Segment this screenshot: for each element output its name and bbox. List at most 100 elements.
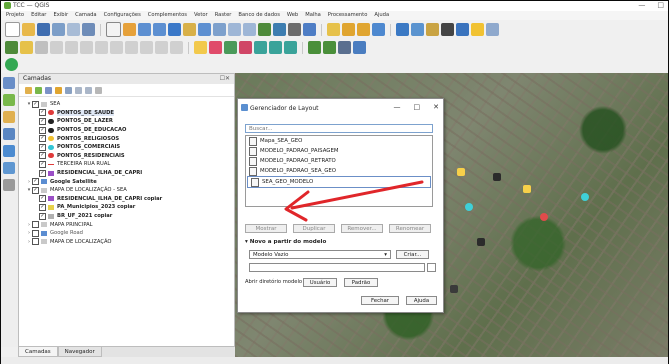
layer-row[interactable]: ✓ PONTOS_DE_LAZER [19,117,234,126]
toggle-editing-icon[interactable] [20,41,33,54]
menu-raster[interactable]: Raster [215,11,232,20]
menu-complementos[interactable]: Complementos [148,11,187,20]
open-attribute-table-icon[interactable] [396,23,409,36]
filter-by-expression-icon[interactable] [65,86,72,94]
zoom-to-selection-icon[interactable] [183,23,196,36]
identify-features-icon[interactable] [327,23,340,36]
layer-row[interactable]: ▾ ✓ SEA [19,100,234,109]
menu-projeto[interactable]: Projeto [6,11,24,20]
layer-row[interactable]: ✓ BR_UF_2021 copiar [19,212,234,221]
add-wms-icon[interactable] [3,162,15,174]
new-print-layout-icon[interactable] [52,23,65,36]
remove-button[interactable]: Remover... [341,224,383,233]
add-group-icon[interactable] [35,86,42,94]
layer-visibility-checkbox[interactable]: ✓ [39,203,46,211]
label-change-icon[interactable] [284,41,297,54]
cut-features-icon[interactable] [110,41,123,54]
new-map-view-icon[interactable] [258,23,271,36]
menu-banco-de-dados[interactable]: Banco de dados [238,11,279,20]
plugin-panel-icon[interactable] [353,41,366,54]
layer-row[interactable]: › MAPA PRINCIPAL [19,220,234,229]
layer-visibility-checkbox[interactable]: ✓ [39,126,46,134]
layer-row[interactable]: ✓ PONTOS_DE_EDUCACAO [19,126,234,135]
layer-row[interactable]: › Google Road [19,229,234,238]
layer-visibility-checkbox[interactable]: ✓ [39,135,46,143]
duplicate-button[interactable]: Duplicar [293,224,335,233]
layer-visibility-checkbox[interactable]: ✓ [39,117,46,125]
tab-navegador[interactable]: Navegador [57,347,102,357]
layer-visibility-checkbox[interactable]: ✓ [32,178,39,186]
layer-row[interactable]: › MAPA DE LOCALIZAÇÃO [19,238,234,247]
menu-web[interactable]: Web [287,11,298,20]
default-directory-button[interactable]: Padrão [344,278,378,287]
copy-features-icon[interactable] [125,41,138,54]
tab-camadas[interactable]: Camadas [18,347,58,357]
menu-ajuda[interactable]: Ajuda [374,11,389,20]
save-edits-icon[interactable] [35,41,48,54]
statistical-summary-icon[interactable] [441,23,454,36]
layer-visibility-checkbox[interactable]: ✓ [39,109,46,117]
zoom-to-layer-icon[interactable] [198,23,211,36]
filter-legend-icon[interactable] [55,86,62,94]
zoom-in-icon[interactable] [138,23,151,36]
zoom-last-icon[interactable] [228,23,241,36]
rename-button[interactable]: Renomear [389,224,431,233]
template-path-field[interactable] [249,263,425,272]
layer-visibility-checkbox[interactable]: ✓ [32,100,39,108]
style-manager-icon[interactable] [82,23,95,36]
pan-to-selection-icon[interactable] [123,23,136,36]
remove-layer-icon[interactable] [95,86,102,94]
label-tool-icon[interactable] [194,41,207,54]
minimize-button[interactable]: — [638,1,645,9]
plugin-tool-icon[interactable] [338,41,351,54]
layer-visibility-checkbox[interactable]: ✓ [39,160,46,168]
add-point-icon[interactable] [50,41,63,54]
open-layer-styling-icon[interactable] [25,86,32,94]
dialog-minimize-button[interactable]: — [394,103,401,111]
zoom-next-icon[interactable] [243,23,256,36]
dialog-maximize-button[interactable]: □ [414,103,421,111]
layer-row[interactable]: ✓ RESIDENCIAL_ILHA_DE_CAPRI copiar [19,195,234,204]
dialog-close-button[interactable]: ✕ [433,103,439,111]
layer-row[interactable]: ✓ RESIDENCIAL_ILHA_DE_CAPRI [19,169,234,178]
layer-visibility-checkbox[interactable]: ✓ [39,212,46,220]
zoom-out-icon[interactable] [153,23,166,36]
layer-visibility-checkbox[interactable]: ✓ [39,143,46,151]
layer-visibility-checkbox[interactable] [32,221,39,229]
menu-camada[interactable]: Camada [75,11,97,20]
layout-list-item[interactable]: Mapa_SEA_GEO [246,136,432,146]
help-button[interactable]: Ajuda [406,296,437,305]
layer-row[interactable]: ✓ PONTOS_RESIDENCIAIS [19,152,234,161]
layout-list-item[interactable]: MODELO_PADRAO_SEA_GEO [246,166,432,176]
layout-list-item[interactable]: MODELO_PADRAO_PAISAGEM [246,146,432,156]
label-move-icon[interactable] [254,41,267,54]
label-rotate-icon[interactable] [269,41,282,54]
menu-malha[interactable]: Malha [305,11,321,20]
temporal-controller-icon[interactable] [288,23,301,36]
template-select[interactable]: Modelo Vazio ▾ [249,250,391,259]
user-directory-button[interactable]: Usuário [303,278,337,287]
create-button[interactable]: Criar... [396,250,429,259]
layer-row[interactable]: ✓ PONTOS_COMERCIAIS [19,143,234,152]
select-by-value-icon[interactable] [357,23,370,36]
layout-list-item[interactable]: MODELO_PADRAO_RETRATO [246,156,432,166]
new-project-icon[interactable] [5,22,20,37]
close-button[interactable]: Fechar [361,296,399,305]
redo-icon[interactable] [170,41,183,54]
layer-visibility-checkbox[interactable] [32,229,39,237]
pan-map-icon[interactable] [106,22,121,37]
layer-visibility-checkbox[interactable]: ✓ [39,152,46,160]
add-spatialite-icon[interactable] [3,128,15,140]
layer-row[interactable]: ✓ PONTOS_DE_SAUDE [19,109,234,118]
zoom-native-icon[interactable] [213,23,226,36]
panel-float-close-controls[interactable]: ☐✕ [220,74,230,84]
menu-configuracoes[interactable]: Configurações [104,11,141,20]
layer-visibility-checkbox[interactable]: ✓ [39,169,46,177]
layout-manager-icon[interactable] [67,23,80,36]
measure-icon[interactable] [456,23,469,36]
layout-search-input[interactable]: Buscar... [245,124,433,133]
new-3d-view-icon[interactable] [273,23,286,36]
menu-exibir[interactable]: Exibir [53,11,68,20]
save-project-icon[interactable] [37,23,50,36]
diagram-pin-icon[interactable] [239,41,252,54]
